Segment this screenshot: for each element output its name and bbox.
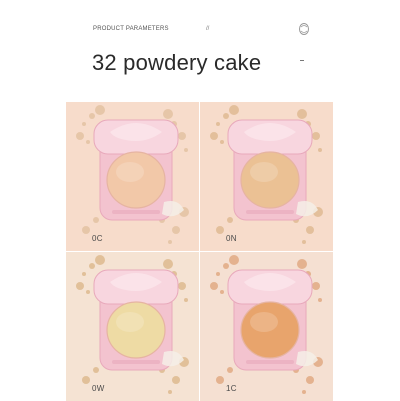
compact-illustration [210, 255, 323, 394]
compact-illustration [76, 105, 189, 244]
product-grid: 0C 0N 0W 1C [66, 102, 333, 401]
page-title: 32 powdery cake [92, 50, 262, 75]
shade-label: 0W [92, 384, 105, 393]
header-label: PRODUCT PARAMETERS [93, 26, 169, 32]
header-slash: // [206, 26, 210, 32]
shade-label: 0C [92, 234, 103, 243]
shade-panel-0n[interactable]: 0N [200, 102, 333, 251]
shade-panel-0c[interactable]: 0C [66, 102, 199, 251]
compact-illustration [210, 105, 323, 244]
title-dash [300, 60, 304, 61]
shade-label: 1C [226, 384, 237, 393]
shade-panel-1c[interactable]: 1C [200, 252, 333, 401]
shade-label: 0N [226, 234, 237, 243]
compact-illustration [76, 255, 189, 394]
brand-logo-icon [298, 22, 310, 36]
shade-panel-0w[interactable]: 0W [66, 252, 199, 401]
